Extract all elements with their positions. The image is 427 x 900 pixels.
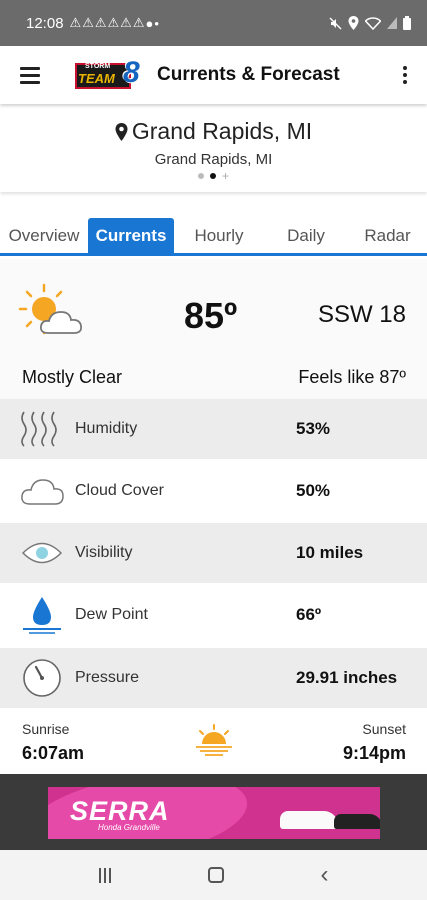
- wifi-icon: [365, 16, 381, 30]
- sunset-icon: [196, 724, 232, 756]
- detail-label: Dew Point: [75, 606, 148, 623]
- detail-value: 10 miles: [296, 543, 364, 562]
- location-icon: [348, 16, 359, 30]
- battery-icon: [403, 16, 411, 30]
- detail-row-humidity: Humidity 53%: [0, 399, 427, 459]
- add-location-icon[interactable]: +: [222, 170, 229, 182]
- home-icon[interactable]: [207, 867, 224, 883]
- warning-icon: ⚠: [132, 15, 145, 30]
- sun-times: Sunrise 6:07am Sunset 9:14pm: [0, 712, 427, 774]
- dot-icon: •: [154, 15, 159, 31]
- storm-team-8-logo: STORM TEAM 8: [75, 57, 147, 90]
- feels-like: Feels like 87º: [298, 367, 406, 387]
- status-time: 12:08: [26, 14, 64, 32]
- app-bar: STORM TEAM 8 Currents & Forecast: [0, 46, 427, 104]
- humidity-icon: [20, 407, 64, 451]
- menu-icon[interactable]: [20, 66, 40, 84]
- status-bar: 12:08 ⚠ ⚠ ⚠ ⚠ ⚠ ⚠ ● •: [0, 0, 427, 46]
- gauge-icon: [20, 656, 64, 700]
- current-conditions: 85º SSW 18 Mostly Clear Feels like 87º: [0, 259, 427, 399]
- cloud-icon: [20, 469, 64, 513]
- ad-bar: SERRA Honda Grandville: [0, 774, 427, 850]
- warning-icon: ⚠: [120, 15, 132, 30]
- page-indicator[interactable]: +: [0, 170, 427, 182]
- eye-icon: [20, 531, 64, 575]
- account-icon: ●: [145, 15, 154, 31]
- detail-value: 50%: [296, 481, 331, 500]
- car-image: [334, 814, 380, 829]
- location-subtitle: Grand Rapids, MI: [154, 151, 273, 168]
- ad-banner[interactable]: SERRA Honda Grandville: [48, 787, 380, 839]
- detail-value: 66º: [296, 605, 322, 624]
- temperature: 85º: [184, 295, 238, 336]
- detail-label: Cloud Cover: [75, 482, 164, 499]
- sunrise-time: 6:07am: [22, 743, 85, 763]
- tab-daily[interactable]: Daily: [264, 218, 348, 253]
- detail-value: 29.91 inches: [296, 668, 398, 687]
- detail-row-visibility: Visibility 10 miles: [0, 523, 427, 583]
- mute-icon: [329, 17, 342, 29]
- detail-row-pressure: Pressure 29.91 inches: [0, 648, 427, 708]
- page-dot[interactable]: [197, 173, 204, 179]
- page-dot-active[interactable]: [209, 173, 216, 179]
- signal-icon: [387, 17, 397, 29]
- tab-bar: Overview Currents Hourly Daily Radar: [0, 218, 427, 256]
- sunset-label: Sunset: [362, 721, 406, 737]
- detail-value: 53%: [296, 419, 331, 438]
- tab-overview[interactable]: Overview: [0, 218, 88, 253]
- app-title: Currents & Forecast: [157, 64, 340, 85]
- partly-sunny-icon: [18, 283, 83, 335]
- sunrise-label: Sunrise: [22, 721, 70, 737]
- droplet-icon: [20, 593, 64, 637]
- detail-row-cloud-cover: Cloud Cover 50%: [0, 461, 427, 521]
- back-icon[interactable]: ‹: [321, 863, 329, 887]
- condition: Mostly Clear: [22, 367, 123, 387]
- warning-icon: ⚠: [82, 15, 94, 30]
- detail-row-dew-point: Dew Point 66º: [0, 585, 427, 645]
- recent-apps-icon[interactable]: [98, 867, 111, 883]
- location-pin-icon: [115, 122, 128, 141]
- warning-icon: ⚠: [69, 15, 82, 30]
- system-nav-bar: ‹: [0, 850, 427, 900]
- more-options-icon[interactable]: [403, 66, 407, 84]
- warning-icon: ⚠: [94, 15, 107, 30]
- status-right: [329, 16, 411, 30]
- sunset-time: 9:14pm: [342, 743, 406, 763]
- detail-label: Pressure: [75, 669, 140, 686]
- tab-radar[interactable]: Radar: [348, 218, 427, 253]
- detail-label: Humidity: [75, 420, 138, 437]
- detail-label: Visibility: [75, 544, 133, 561]
- warning-icon: ⚠: [107, 15, 120, 30]
- ad-tagline: Honda Grandville: [98, 823, 160, 832]
- car-image: [280, 811, 338, 829]
- wind: SSW 18: [317, 301, 406, 328]
- location-header[interactable]: Grand Rapids, MI Grand Rapids, MI +: [0, 104, 427, 192]
- tab-hourly[interactable]: Hourly: [174, 218, 264, 253]
- location-name: Grand Rapids, MI: [131, 118, 313, 144]
- tab-currents[interactable]: Currents: [88, 218, 174, 253]
